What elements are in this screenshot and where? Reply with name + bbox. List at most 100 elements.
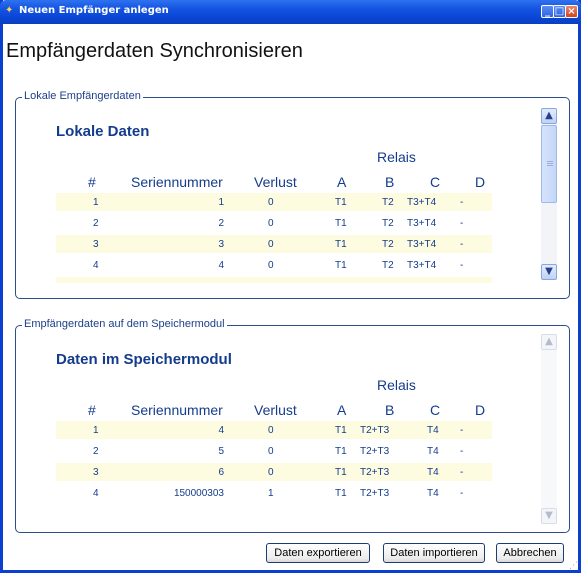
col-num: # bbox=[88, 402, 96, 418]
scroll-track bbox=[541, 350, 557, 508]
cell-c: T4 bbox=[427, 425, 439, 436]
cell-b: T2 bbox=[382, 197, 394, 208]
cell-num: 1 bbox=[93, 425, 99, 436]
table-row-partial bbox=[56, 277, 492, 283]
table-row[interactable]: 1 4 0 T1 T2+T3 T4 - bbox=[56, 421, 492, 439]
table-row[interactable]: 4 150000303 1 T1 T2+T3 T4 - bbox=[56, 484, 492, 502]
cancel-button[interactable]: Abbrechen bbox=[496, 543, 564, 563]
table-row[interactable]: 3 3 0 T1 T2 T3+T4 - bbox=[56, 235, 492, 253]
scroll-down-button[interactable]: ▼ bbox=[541, 264, 557, 280]
cell-loss: 0 bbox=[268, 218, 274, 229]
cell-b: T2+T3 bbox=[360, 425, 390, 436]
col-b: B bbox=[385, 402, 395, 418]
scroll-thumb[interactable] bbox=[541, 125, 557, 203]
module-data-group: Empfängerdaten auf dem Speichermodul Dat… bbox=[15, 318, 570, 533]
export-button[interactable]: Daten exportieren bbox=[266, 543, 370, 563]
col-serial: Seriennummer bbox=[131, 402, 223, 418]
cell-a: T1 bbox=[335, 425, 347, 436]
local-data-legend: Lokale Empfängerdaten bbox=[22, 90, 143, 102]
cell-serial: 4 bbox=[218, 260, 224, 271]
cell-num: 3 bbox=[93, 467, 99, 478]
cell-a: T1 bbox=[335, 446, 347, 457]
cell-c: T4 bbox=[427, 488, 439, 499]
col-num: # bbox=[88, 174, 96, 190]
cell-b: T2 bbox=[382, 218, 394, 229]
cell-a: T1 bbox=[335, 488, 347, 499]
table-row[interactable]: 1 1 0 T1 T2 T3+T4 - bbox=[56, 193, 492, 211]
app-icon: ✦ bbox=[5, 5, 14, 16]
cell-b: T2+T3 bbox=[360, 467, 390, 478]
cell-serial: 1 bbox=[218, 197, 224, 208]
cell-serial: 150000303 bbox=[173, 488, 224, 499]
col-c: C bbox=[430, 174, 441, 190]
cell-num: 2 bbox=[93, 446, 99, 457]
title-bar[interactable]: ✦ Neuen Empfänger anlegen _ □ × bbox=[0, 0, 581, 24]
cell-d: - bbox=[460, 197, 464, 208]
relais-header: Relais bbox=[377, 149, 416, 165]
cell-serial: 2 bbox=[218, 218, 224, 229]
col-loss: Verlust bbox=[254, 174, 297, 190]
resize-grip-icon[interactable]: ⋰ bbox=[569, 561, 579, 571]
cell-d: - bbox=[460, 488, 464, 499]
cell-c: T3+T4 bbox=[407, 218, 437, 229]
cell-loss: 1 bbox=[268, 488, 274, 499]
table-row[interactable]: 2 2 0 T1 T2 T3+T4 - bbox=[56, 214, 492, 232]
table-row[interactable]: 3 6 0 T1 T2+T3 T4 - bbox=[56, 463, 492, 481]
cell-serial: 3 bbox=[218, 239, 224, 250]
cell-b: T2+T3 bbox=[360, 446, 390, 457]
col-a: A bbox=[337, 402, 347, 418]
cell-a: T1 bbox=[335, 218, 347, 229]
cell-num: 4 bbox=[93, 260, 99, 271]
cell-c: T3+T4 bbox=[407, 197, 437, 208]
col-b: B bbox=[385, 174, 395, 190]
col-d: D bbox=[475, 402, 486, 418]
window-title: Neuen Empfänger anlegen bbox=[19, 5, 169, 16]
relais-header: Relais bbox=[377, 377, 416, 393]
cell-a: T1 bbox=[335, 239, 347, 250]
local-data-group: Lokale Empfängerdaten Lokale Daten Relai… bbox=[15, 90, 570, 299]
col-a: A bbox=[337, 174, 347, 190]
cell-d: - bbox=[460, 260, 464, 271]
cell-num: 3 bbox=[93, 239, 99, 250]
module-data-legend: Empfängerdaten auf dem Speichermodul bbox=[22, 318, 227, 330]
cell-loss: 0 bbox=[268, 239, 274, 250]
cell-d: - bbox=[460, 467, 464, 478]
page-title: Empfängerdaten Synchronisieren bbox=[6, 40, 303, 62]
table-row[interactable]: 4 4 0 T1 T2 T3+T4 - bbox=[56, 256, 492, 274]
cell-b: T2 bbox=[382, 239, 394, 250]
module-data-title: Daten im Speichermodul bbox=[56, 351, 232, 368]
cell-serial: 5 bbox=[218, 446, 224, 457]
import-button[interactable]: Daten importieren bbox=[383, 543, 485, 563]
cell-loss: 0 bbox=[268, 197, 274, 208]
cell-num: 2 bbox=[93, 218, 99, 229]
cell-b: T2 bbox=[382, 260, 394, 271]
cell-a: T1 bbox=[335, 467, 347, 478]
scroll-down-button[interactable]: ▼ bbox=[541, 508, 557, 524]
cell-c: T4 bbox=[427, 467, 439, 478]
cell-d: - bbox=[460, 425, 464, 436]
cell-c: T3+T4 bbox=[407, 239, 437, 250]
cell-d: - bbox=[460, 446, 464, 457]
cell-d: - bbox=[460, 218, 464, 229]
col-d: D bbox=[475, 174, 486, 190]
cell-d: - bbox=[460, 239, 464, 250]
scroll-up-button[interactable]: ▲ bbox=[541, 334, 557, 350]
cell-c: T3+T4 bbox=[407, 260, 437, 271]
cell-serial: 4 bbox=[218, 425, 224, 436]
close-button[interactable]: × bbox=[565, 5, 578, 18]
cell-loss: 0 bbox=[268, 467, 274, 478]
col-serial: Seriennummer bbox=[131, 174, 223, 190]
cell-loss: 0 bbox=[268, 446, 274, 457]
cell-num: 1 bbox=[93, 197, 99, 208]
cell-num: 4 bbox=[93, 488, 99, 499]
col-c: C bbox=[430, 402, 441, 418]
local-scrollbar[interactable]: ▲ ▼ bbox=[541, 108, 557, 280]
table-row[interactable]: 2 5 0 T1 T2+T3 T4 - bbox=[56, 442, 492, 460]
cell-serial: 6 bbox=[218, 467, 224, 478]
scroll-up-button[interactable]: ▲ bbox=[541, 108, 557, 124]
cell-a: T1 bbox=[335, 260, 347, 271]
cell-loss: 0 bbox=[268, 260, 274, 271]
module-scrollbar[interactable]: ▲ ▼ bbox=[541, 334, 557, 524]
cell-c: T4 bbox=[427, 446, 439, 457]
cell-b: T2+T3 bbox=[360, 488, 390, 499]
